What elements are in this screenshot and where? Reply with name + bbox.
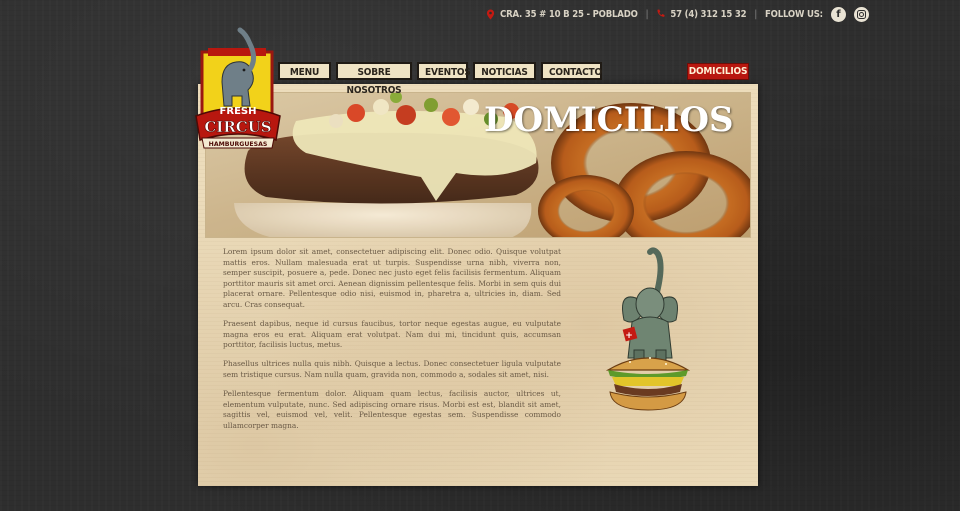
logo-word-fresh: FRESH: [220, 106, 257, 117]
instagram-icon[interactable]: [853, 6, 869, 22]
paragraph: Pellentesque fermentum dolor. Aliquam qu…: [223, 389, 561, 430]
paragraph: Lorem ipsum dolor sit amet, consectetuer…: [223, 247, 561, 309]
phone-number: 57 (4) 312 15 32: [670, 8, 747, 20]
nav-item-contacto[interactable]: CONTACTO: [541, 62, 602, 80]
nav-item-noticias[interactable]: NOTICIAS: [473, 62, 536, 80]
domicilios-button[interactable]: DOMICILIOS: [687, 63, 749, 80]
logo-word-circus: CIRCUS: [204, 118, 271, 136]
nav-item-menu[interactable]: MENU: [278, 62, 331, 80]
main-nav: MENU SOBRE NOSOTROS EVENTOS NOTICIAS CON…: [278, 62, 602, 96]
fresh-circus-logo[interactable]: FRESH CIRCUS HAMBURGUESAS: [192, 24, 284, 154]
phone-icon: [657, 9, 665, 17]
paragraph: Praesent dapibus, neque id cursus faucib…: [223, 319, 561, 350]
body-text: Lorem ipsum dolor sit amet, consectetuer…: [223, 247, 561, 440]
facebook-icon[interactable]: f: [830, 6, 846, 22]
divider: |: [754, 8, 758, 20]
divider: |: [645, 8, 649, 20]
logo-word-hamburguesas: HAMBURGUESAS: [209, 141, 268, 148]
contact-bar: CRA. 35 # 10 B 25 - POBLADO | 57 (4) 312…: [486, 6, 869, 22]
location-pin-icon: [486, 9, 495, 19]
svg-text:+: +: [625, 331, 633, 341]
nav-item-eventos[interactable]: EVENTOS: [417, 62, 471, 80]
address-text: CRA. 35 # 10 B 25 - POBLADO: [500, 8, 638, 20]
page-title: DOMICILIOS: [484, 100, 734, 140]
paragraph: Phasellus ultrices nulla quis nibh. Quis…: [223, 359, 561, 379]
nav-item-sobre-nosotros[interactable]: SOBRE NOSOTROS: [336, 62, 412, 96]
elephant-on-burger-illustration: +: [605, 247, 691, 411]
follow-us-label: FOLLOW US:: [765, 8, 823, 20]
